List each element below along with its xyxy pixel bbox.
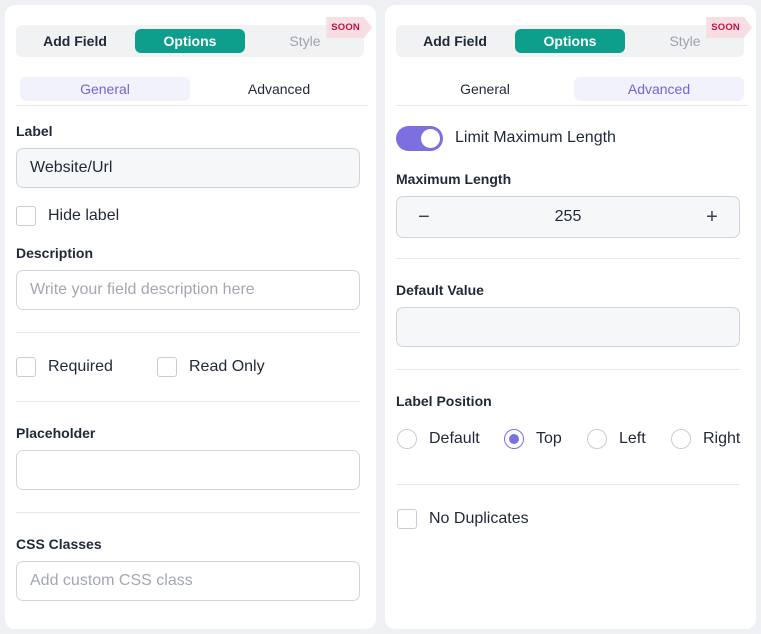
limit-max-length-toggle[interactable] — [396, 126, 443, 151]
label-field-heading: Label — [16, 123, 53, 139]
radio-default[interactable] — [397, 429, 417, 449]
sub-tab-bar: General Advanced — [16, 76, 368, 106]
default-value-input[interactable] — [396, 307, 740, 347]
radio-top[interactable] — [504, 429, 524, 449]
label-position-right[interactable]: Right — [671, 429, 740, 449]
required-checkbox[interactable] — [16, 357, 36, 377]
label-position-left[interactable]: Left — [587, 429, 646, 449]
toggle-knob — [421, 129, 440, 148]
description-input[interactable] — [16, 270, 360, 310]
panel-tab-bar: Add Field Options Style — [396, 25, 744, 57]
label-position-default[interactable]: Default — [397, 429, 480, 449]
hide-label-checkbox[interactable] — [16, 206, 36, 226]
maximum-length-stepper[interactable]: − 255 + — [396, 196, 740, 238]
read-only-text: Read Only — [189, 358, 265, 375]
field-options-panel-advanced: Add Field Options Style SOON General Adv… — [385, 5, 756, 629]
maximum-length-heading: Maximum Length — [396, 171, 512, 187]
no-duplicates-text: No Duplicates — [429, 510, 529, 527]
placeholder-heading: Placeholder — [16, 425, 96, 441]
radio-left-label: Left — [619, 430, 646, 447]
divider — [16, 332, 360, 333]
label-position-top[interactable]: Top — [504, 429, 562, 449]
radio-top-label: Top — [536, 430, 562, 447]
radio-left[interactable] — [587, 429, 607, 449]
hide-label-text: Hide label — [48, 207, 120, 224]
read-only-option[interactable]: Read Only — [157, 357, 265, 377]
read-only-checkbox[interactable] — [157, 357, 177, 377]
decrement-button[interactable]: − — [402, 197, 446, 237]
increment-button[interactable]: + — [690, 197, 734, 237]
subtab-advanced[interactable]: Advanced — [574, 77, 744, 101]
tab-add-field[interactable]: Add Field — [396, 29, 514, 53]
subtab-general[interactable]: General — [20, 77, 190, 101]
no-duplicates-option[interactable]: No Duplicates — [397, 509, 529, 529]
soon-badge: SOON — [706, 17, 752, 38]
css-classes-heading: CSS Classes — [16, 536, 102, 552]
field-options-panel-general: Add Field Options Style SOON General Adv… — [5, 5, 376, 629]
tab-options[interactable]: Options — [135, 29, 245, 53]
description-heading: Description — [16, 245, 94, 261]
tab-options[interactable]: Options — [515, 29, 625, 53]
soon-badge: SOON — [326, 17, 372, 38]
panel-tab-bar: Add Field Options Style — [16, 25, 364, 57]
placeholder-input[interactable] — [16, 450, 360, 490]
radio-right-label: Right — [703, 430, 741, 447]
maximum-length-value[interactable]: 255 — [555, 197, 582, 237]
radio-right[interactable] — [671, 429, 691, 449]
radio-default-label: Default — [429, 430, 480, 447]
sub-tab-bar: General Advanced — [396, 76, 748, 106]
subtab-general[interactable]: General — [400, 77, 570, 101]
limit-max-length-label: Limit Maximum Length — [455, 129, 616, 146]
divider — [16, 512, 360, 513]
default-value-heading: Default Value — [396, 282, 484, 298]
no-duplicates-checkbox[interactable] — [397, 509, 417, 529]
divider — [396, 484, 740, 485]
tab-add-field[interactable]: Add Field — [16, 29, 134, 53]
required-text: Required — [48, 358, 113, 375]
required-option[interactable]: Required — [16, 357, 113, 377]
hide-label-option[interactable]: Hide label — [16, 206, 119, 226]
label-position-heading: Label Position — [396, 393, 492, 409]
divider — [396, 369, 740, 370]
divider — [16, 401, 360, 402]
subtab-advanced[interactable]: Advanced — [194, 77, 364, 101]
css-classes-input[interactable] — [16, 561, 360, 601]
divider — [396, 258, 740, 259]
label-input[interactable] — [16, 148, 360, 188]
